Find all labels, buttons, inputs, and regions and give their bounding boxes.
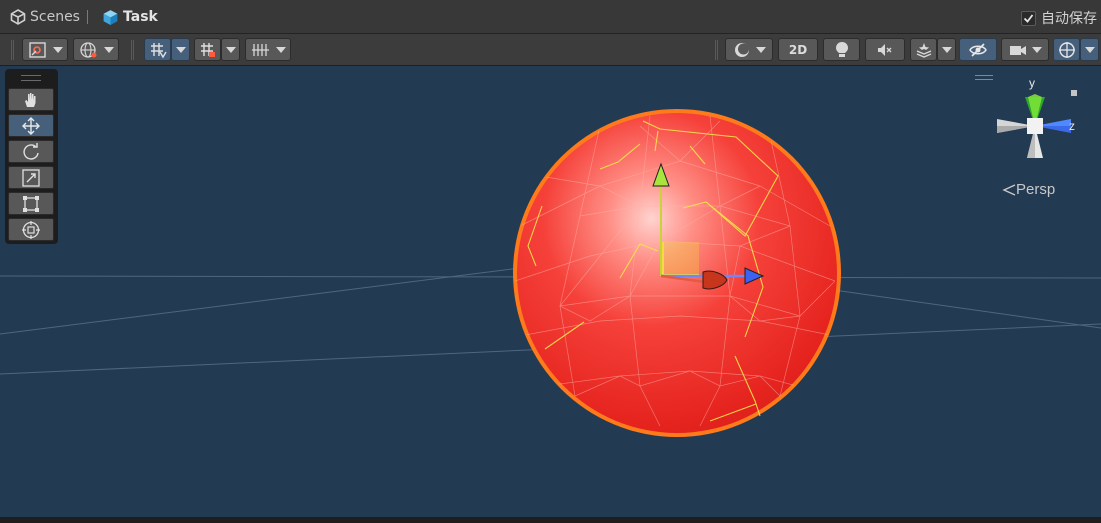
lightbulb-icon xyxy=(835,41,848,57)
chevron-down-icon xyxy=(175,46,186,53)
breadcrumb-separator xyxy=(87,10,88,24)
draw-mode-dropdown[interactable] xyxy=(22,38,68,61)
projection-label: Persp xyxy=(1016,181,1056,198)
breadcrumb-task[interactable]: Task xyxy=(102,7,158,27)
unity-logo-icon xyxy=(10,9,26,25)
effects-toggle-button[interactable] xyxy=(910,38,937,61)
scene-render[interactable] xyxy=(0,66,1101,517)
chevron-down-icon xyxy=(1032,46,1042,53)
move-tool-button[interactable] xyxy=(8,114,54,137)
rect-transform-icon xyxy=(23,195,39,212)
scale-tool-button[interactable] xyxy=(8,166,54,189)
rotate-tool-button[interactable] xyxy=(8,140,54,163)
audio-mute-icon xyxy=(878,43,892,56)
chevron-down-icon xyxy=(755,46,766,53)
autosave-checkbox[interactable] xyxy=(1021,10,1036,26)
scene-breadcrumb-bar: Scenes Task 自动保存 xyxy=(0,0,1101,34)
grid-visibility-dropdown[interactable] xyxy=(245,38,291,61)
increment-snap-icon xyxy=(200,42,215,57)
increment-snap-dropdown[interactable] xyxy=(221,38,240,61)
tools-overlay-grip[interactable] xyxy=(21,75,41,81)
scene-viewport[interactable]: y z Persp xyxy=(0,66,1101,517)
lighting-toggle-button[interactable] xyxy=(823,38,860,61)
scene-window: Scenes Task 自动保存 2D y z Persp xyxy=(0,0,1101,523)
scale-icon xyxy=(22,168,40,187)
perspective-icon xyxy=(1002,183,1016,196)
increment-snap-toggle[interactable] xyxy=(194,38,221,61)
scene-visibility-toggle[interactable] xyxy=(959,38,997,61)
breadcrumb-scenes[interactable]: Scenes xyxy=(10,7,80,27)
transform-icon xyxy=(22,220,40,239)
audio-toggle-button[interactable] xyxy=(865,38,905,61)
view-tool-button[interactable] xyxy=(8,88,54,111)
shading-sphere-icon xyxy=(734,42,749,57)
global-local-dropdown[interactable] xyxy=(73,38,119,61)
rect-tool-button[interactable] xyxy=(8,192,54,215)
hidden-eye-icon xyxy=(969,42,987,57)
draw-mode-icon xyxy=(28,41,46,58)
gizmos-toggle[interactable] xyxy=(1053,38,1080,61)
camera-icon xyxy=(1010,45,1026,55)
2d-toggle-button[interactable]: 2D xyxy=(778,38,818,61)
grid-snap-icon xyxy=(150,42,167,58)
chevron-down-icon xyxy=(52,46,63,53)
chevron-down-icon xyxy=(103,46,114,53)
rotate-icon xyxy=(23,142,39,160)
grid-icon xyxy=(251,43,269,56)
gizmo-icon xyxy=(1058,41,1075,58)
autosave-toggle[interactable]: 自动保存 xyxy=(1021,8,1097,28)
toolbar-grip[interactable] xyxy=(11,40,14,60)
tools-overlay xyxy=(5,69,58,244)
chevron-down-icon xyxy=(1084,46,1095,53)
effects-layers-icon xyxy=(916,42,931,58)
chevron-down-icon xyxy=(275,46,286,53)
hand-icon xyxy=(25,92,36,107)
globe-icon xyxy=(79,41,96,58)
move-arrows-icon xyxy=(22,116,40,135)
toolbar-grip[interactable] xyxy=(131,40,134,60)
gizmo-y-label: y xyxy=(1029,76,1035,90)
chevron-down-icon xyxy=(941,46,952,53)
checkmark-icon xyxy=(1023,13,1034,23)
camera-settings-dropdown[interactable] xyxy=(1001,38,1049,61)
scene-toolbar: 2D xyxy=(0,34,1101,66)
projection-toggle[interactable]: Persp xyxy=(1002,181,1055,198)
transform-tool-button[interactable] xyxy=(8,218,54,241)
window-bottom-border xyxy=(0,517,1101,523)
prefab-cube-icon xyxy=(103,9,118,25)
2d-label: 2D xyxy=(788,42,808,57)
gizmos-dropdown[interactable] xyxy=(1080,38,1099,61)
toolbar-grip[interactable] xyxy=(715,40,718,60)
chevron-down-icon xyxy=(225,46,236,53)
breadcrumb-task-label: Task xyxy=(123,9,158,25)
shading-mode-dropdown[interactable] xyxy=(725,38,773,61)
gizmo-z-label: z xyxy=(1069,119,1075,133)
effects-dropdown[interactable] xyxy=(937,38,956,61)
grid-snap-dropdown[interactable] xyxy=(171,38,190,61)
grid-snap-toggle[interactable] xyxy=(144,38,171,61)
autosave-label: 自动保存 xyxy=(1041,11,1097,27)
breadcrumb-scenes-label: Scenes xyxy=(30,9,80,25)
